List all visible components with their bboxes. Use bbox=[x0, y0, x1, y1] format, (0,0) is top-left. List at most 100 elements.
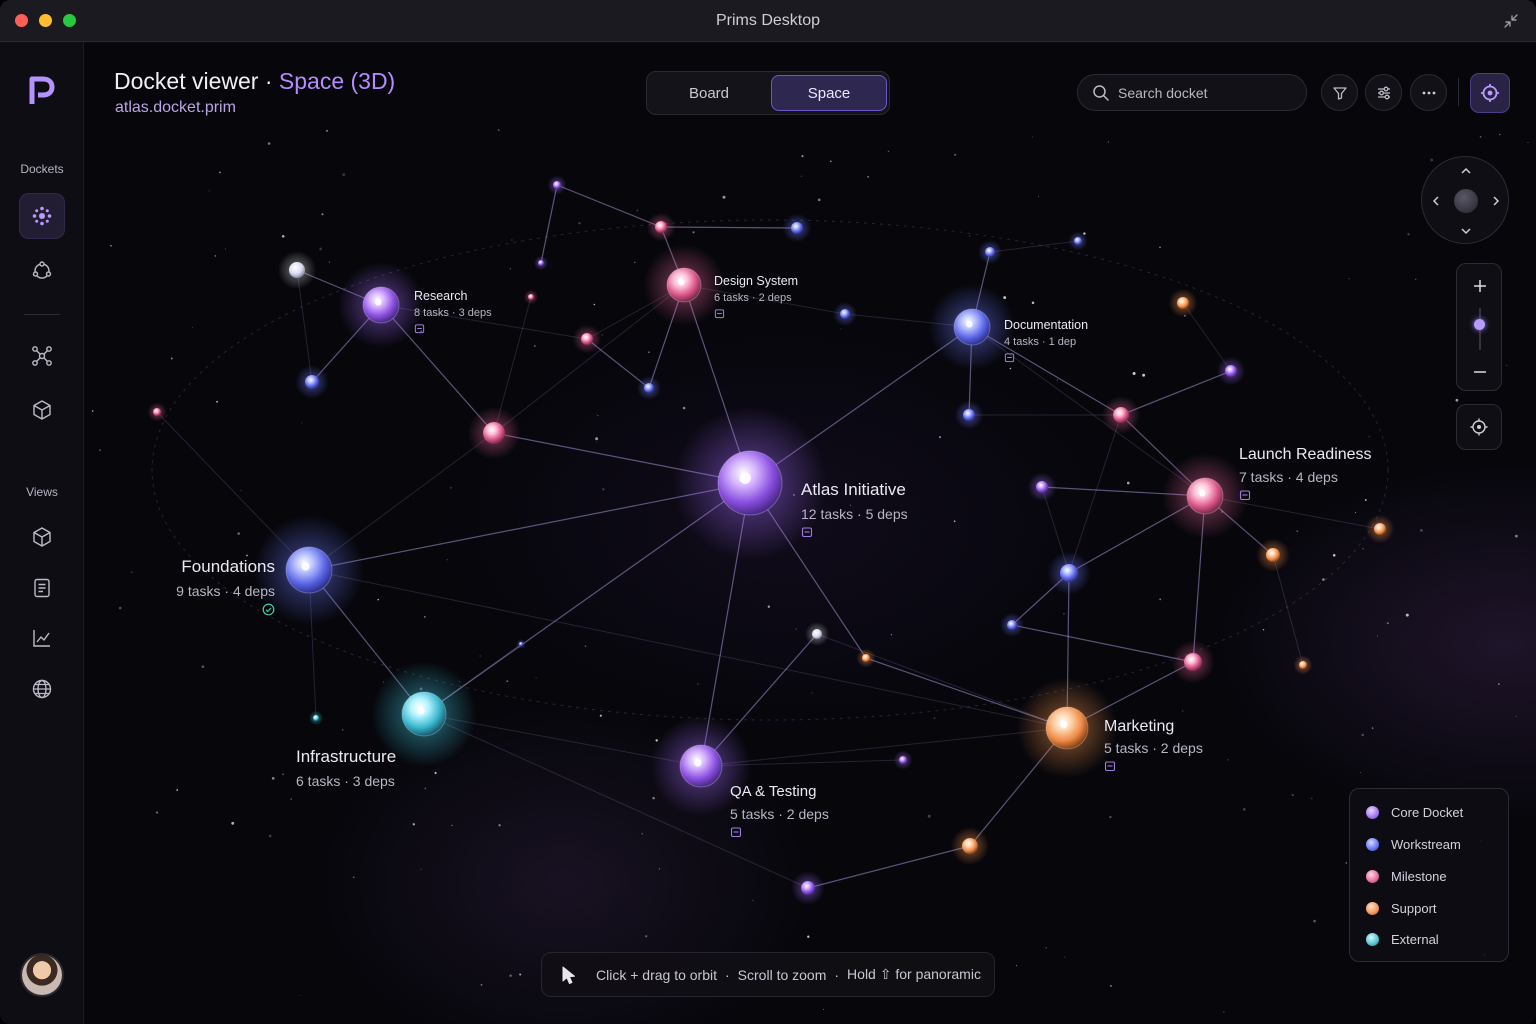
node-label-infrastructure[interactable]: Infrastructure 6 tasks · 3 deps bbox=[296, 747, 396, 789]
node-workstream-sm24[interactable] bbox=[516, 639, 526, 649]
node-orb[interactable] bbox=[313, 715, 319, 721]
chevron-up-icon[interactable] bbox=[1458, 163, 1474, 179]
exit-fullscreen-icon[interactable] bbox=[1502, 12, 1520, 30]
node-orb[interactable] bbox=[840, 309, 850, 319]
more-options-button[interactable] bbox=[1410, 74, 1447, 111]
node-orb[interactable] bbox=[655, 221, 667, 233]
orbit-joystick[interactable] bbox=[1454, 189, 1478, 213]
node-milestone-sm22[interactable] bbox=[147, 402, 167, 422]
sidebar-item-document-view[interactable] bbox=[19, 565, 65, 611]
node-support-p2[interactable] bbox=[1256, 538, 1290, 572]
node-workstream-sm7[interactable] bbox=[637, 376, 661, 400]
node-orb[interactable] bbox=[305, 375, 319, 389]
adjust-button[interactable] bbox=[1365, 74, 1402, 111]
node-orb[interactable] bbox=[1036, 481, 1048, 493]
zoom-slider-handle[interactable] bbox=[1474, 319, 1485, 330]
node-orb[interactable] bbox=[812, 629, 822, 639]
node-label-foundations[interactable]: Foundations 9 tasks · 4 deps bbox=[170, 557, 275, 616]
node-orb[interactable] bbox=[483, 422, 505, 444]
node-orb[interactable] bbox=[1266, 548, 1280, 562]
node-workstream-sm8[interactable] bbox=[978, 240, 1002, 264]
tab-space[interactable]: Space bbox=[771, 75, 887, 111]
node-orb[interactable] bbox=[1225, 365, 1237, 377]
sidebar-item-network[interactable] bbox=[19, 333, 65, 379]
focus-mode-button[interactable] bbox=[1470, 73, 1510, 113]
search-box[interactable] bbox=[1077, 74, 1307, 111]
node-orb[interactable] bbox=[1177, 297, 1189, 309]
node-support-sm13[interactable] bbox=[856, 648, 876, 668]
sidebar-item-constellation[interactable] bbox=[19, 193, 65, 239]
node-workstream-doc[interactable] bbox=[928, 283, 1016, 371]
user-avatar[interactable] bbox=[22, 955, 62, 995]
node-support-mkt[interactable] bbox=[1016, 677, 1118, 779]
node-core-docket-research[interactable] bbox=[337, 261, 425, 349]
node-orb[interactable] bbox=[963, 409, 975, 421]
node-orb[interactable] bbox=[538, 260, 544, 266]
node-label-atlas[interactable]: Atlas Initiative 12 tasks · 5 deps bbox=[801, 480, 908, 538]
node-orb[interactable] bbox=[528, 294, 534, 300]
node-orb[interactable] bbox=[791, 222, 803, 234]
node-orb[interactable] bbox=[862, 654, 870, 662]
node-support-sm17[interactable] bbox=[1365, 514, 1395, 544]
chevron-left-icon[interactable] bbox=[1428, 193, 1444, 209]
node-core-docket-v1[interactable] bbox=[791, 871, 825, 905]
node-milestone-p1[interactable] bbox=[1171, 640, 1215, 684]
node-orb[interactable] bbox=[899, 756, 907, 764]
node-label-research[interactable]: Research 8 tasks · 3 deps bbox=[414, 289, 492, 334]
recenter-button[interactable] bbox=[1456, 404, 1502, 450]
node-external-sm23[interactable] bbox=[308, 710, 324, 726]
node-workstream-sm4[interactable] bbox=[782, 213, 812, 243]
node-milestone-design[interactable] bbox=[643, 244, 725, 326]
node-workstream-w1[interactable] bbox=[1047, 551, 1091, 595]
node-orb[interactable] bbox=[1374, 523, 1386, 535]
node-orb[interactable] bbox=[581, 333, 593, 345]
node-orb[interactable] bbox=[153, 408, 161, 416]
node-core-docket-sm2[interactable] bbox=[547, 175, 567, 195]
node-milestone-sm6[interactable] bbox=[572, 324, 602, 354]
chevron-down-icon[interactable] bbox=[1458, 223, 1474, 239]
filter-button[interactable] bbox=[1321, 74, 1358, 111]
node-orb[interactable] bbox=[553, 181, 561, 189]
node-support-sm18[interactable] bbox=[1293, 655, 1313, 675]
prims-logo[interactable] bbox=[28, 76, 56, 106]
sidebar-item-analytics-view[interactable] bbox=[19, 615, 65, 661]
node-core-docket-sm14[interactable] bbox=[893, 750, 913, 770]
node-milestone-sm20[interactable] bbox=[523, 289, 539, 305]
node-workstream-sm9[interactable] bbox=[954, 400, 984, 430]
tab-board[interactable]: Board bbox=[651, 75, 767, 111]
node-label-qa-testing[interactable]: QA & Testing 5 tasks · 2 deps bbox=[730, 783, 829, 838]
node-external-wh1[interactable] bbox=[277, 250, 317, 290]
node-workstream-sm1[interactable] bbox=[295, 365, 329, 399]
node-orb[interactable] bbox=[985, 247, 995, 257]
node-orb[interactable] bbox=[519, 642, 523, 646]
node-orb[interactable] bbox=[1184, 653, 1202, 671]
node-label-documentation[interactable]: Documentation 4 tasks · 1 dep bbox=[1004, 318, 1088, 363]
node-milestone-s1[interactable] bbox=[1101, 395, 1141, 435]
search-input[interactable] bbox=[1118, 83, 1298, 103]
node-orb[interactable] bbox=[1060, 564, 1078, 582]
node-workstream-sm11[interactable] bbox=[1000, 613, 1024, 637]
zoom-out-button[interactable] bbox=[1457, 358, 1503, 386]
node-orb[interactable] bbox=[644, 383, 654, 393]
node-label-design-system[interactable]: Design System 6 tasks · 2 deps bbox=[714, 274, 798, 319]
node-milestone-m1[interactable] bbox=[467, 406, 521, 460]
sidebar-item-cube[interactable] bbox=[19, 387, 65, 433]
node-orb[interactable] bbox=[1299, 661, 1307, 669]
sidebar-item-orbit[interactable] bbox=[19, 248, 65, 294]
node-core-docket-sm10[interactable] bbox=[1027, 472, 1057, 502]
chevron-right-icon[interactable] bbox=[1488, 193, 1504, 209]
node-support-o1[interactable] bbox=[950, 826, 990, 866]
node-orb[interactable] bbox=[962, 838, 978, 854]
node-milestone-sm3[interactable] bbox=[646, 212, 676, 242]
node-core-docket-sm19[interactable] bbox=[533, 255, 549, 271]
node-orb[interactable] bbox=[289, 262, 305, 278]
node-label-marketing[interactable]: Marketing 5 tasks · 2 deps bbox=[1104, 718, 1203, 772]
node-milestone-launch[interactable] bbox=[1161, 452, 1249, 540]
node-orb[interactable] bbox=[1007, 620, 1017, 630]
node-workstream-sm21[interactable] bbox=[1068, 231, 1088, 251]
node-external-sm12[interactable] bbox=[805, 622, 829, 646]
orbit-navigation-pad[interactable] bbox=[1421, 156, 1509, 244]
node-core-docket-sm16[interactable] bbox=[1216, 356, 1246, 386]
node-orb[interactable] bbox=[801, 881, 815, 895]
sidebar-item-globe-view[interactable] bbox=[19, 666, 65, 712]
